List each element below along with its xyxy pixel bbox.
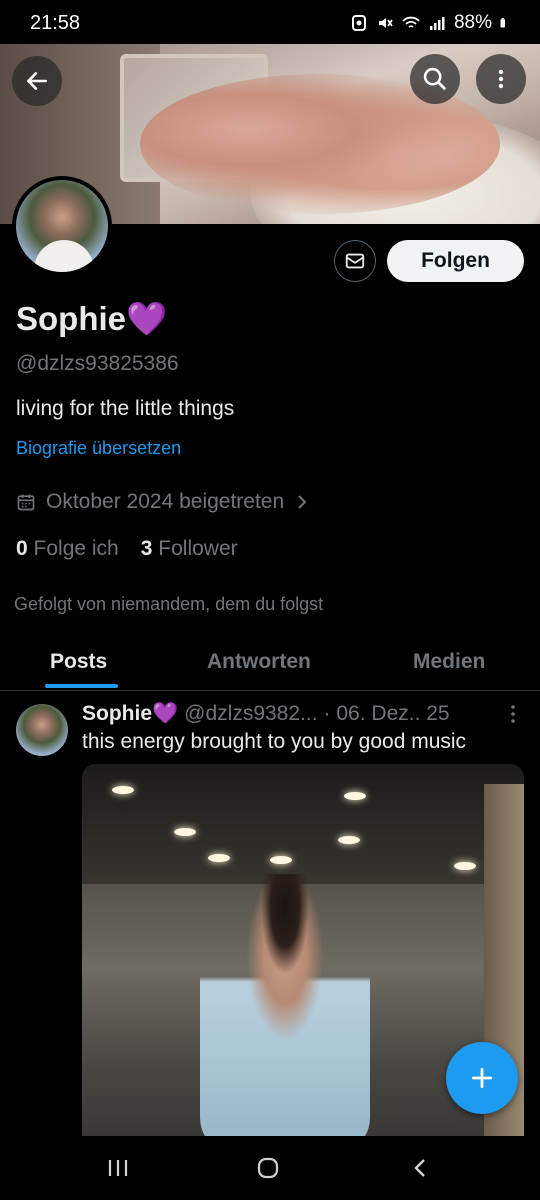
profile-handle: @dzlzs93825386 xyxy=(16,352,179,375)
chevron-left-icon xyxy=(414,1159,425,1177)
post-avatar[interactable] xyxy=(16,704,68,756)
followers-label: Follower xyxy=(158,537,238,560)
signal-icon xyxy=(429,17,445,30)
tab-posts[interactable]: Posts xyxy=(50,650,107,674)
profile-bio: living for the little things xyxy=(16,397,235,420)
post-text: this energy brought to you by good music xyxy=(82,730,467,753)
joined-date-label: Oktober 2024 beigetreten xyxy=(46,490,285,513)
compose-button[interactable] xyxy=(446,1042,518,1114)
followed-by-text: Gefolgt von niemandem, dem du folgst xyxy=(14,594,324,614)
status-icons: 88% xyxy=(350,12,510,34)
notification-icon xyxy=(351,15,366,31)
system-navigation-bar xyxy=(0,1136,540,1200)
wifi-icon xyxy=(402,16,420,28)
back-button[interactable] xyxy=(12,56,62,106)
system-back-button[interactable] xyxy=(400,1154,440,1182)
status-bar: 21:58 88% xyxy=(0,0,540,44)
profile-name: Sophie💜 xyxy=(16,300,168,337)
envelope-icon xyxy=(345,253,365,269)
post-author-handle[interactable]: @dzlzs9382... xyxy=(184,702,317,726)
post-header: Sophie💜 @dzlzs9382... · 06. Dez.. 25 xyxy=(82,702,450,726)
follow-button[interactable]: Folgen xyxy=(387,240,524,282)
more-options-button[interactable] xyxy=(476,54,526,104)
message-button[interactable] xyxy=(334,240,376,282)
battery-percent: 88% xyxy=(453,12,492,33)
follow-counts: 0 Folge ich 3 Follower xyxy=(16,537,238,561)
following-label: Folge ich xyxy=(33,537,119,560)
active-tab-indicator xyxy=(45,684,118,688)
more-vertical-icon xyxy=(511,705,515,723)
translate-bio-link[interactable]: Biografie übersetzen xyxy=(16,438,181,459)
search-icon xyxy=(423,67,446,90)
search-button[interactable] xyxy=(410,54,460,104)
following-count: 0 xyxy=(16,537,28,560)
battery-icon xyxy=(500,18,505,28)
recent-apps-button[interactable] xyxy=(98,1154,138,1182)
post-date[interactable]: · 06. Dez.. 25 xyxy=(324,702,450,726)
joined-date-row[interactable]: Oktober 2024 beigetreten xyxy=(16,490,310,514)
profile-avatar[interactable] xyxy=(12,176,112,276)
arrow-left-icon xyxy=(27,72,47,90)
tab-replies[interactable]: Antworten xyxy=(207,650,311,674)
plus-icon xyxy=(471,1067,493,1089)
mute-icon xyxy=(378,18,393,28)
chevron-right-icon xyxy=(298,495,307,509)
following-count-link[interactable]: 0 Folge ich xyxy=(16,537,119,561)
post-author-name[interactable]: Sophie💜 xyxy=(82,702,178,726)
profile-tabs: Posts Antworten Medien xyxy=(0,636,540,691)
recent-apps-icon xyxy=(108,1160,128,1176)
followers-count-link[interactable]: 3 Follower xyxy=(141,537,238,561)
calendar-icon xyxy=(17,494,35,511)
post-more-button[interactable] xyxy=(504,700,522,728)
tab-media[interactable]: Medien xyxy=(413,650,485,674)
home-button[interactable] xyxy=(248,1154,288,1182)
status-time: 21:58 xyxy=(30,12,81,34)
followers-count: 3 xyxy=(140,537,153,560)
more-vertical-icon xyxy=(498,69,504,89)
home-icon xyxy=(257,1157,279,1179)
